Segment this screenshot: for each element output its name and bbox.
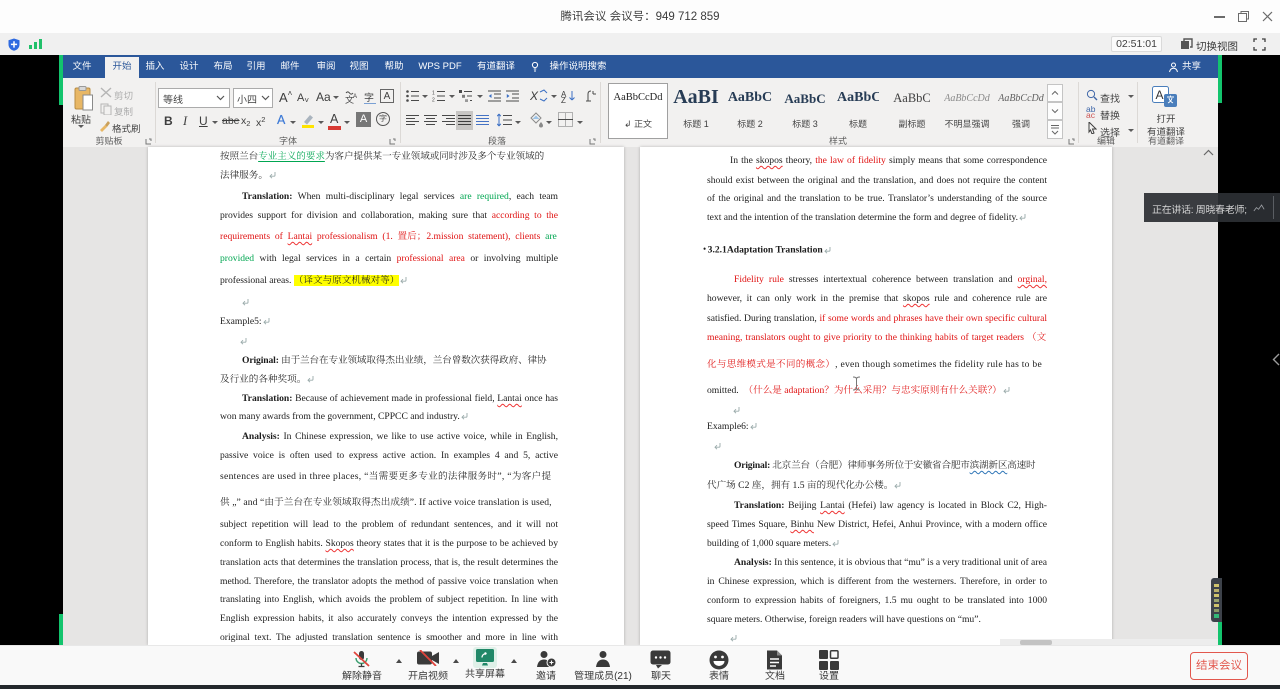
- svg-text:X: X: [530, 89, 539, 103]
- svg-text:A: A: [1156, 88, 1164, 102]
- svg-text:2: 2: [432, 98, 435, 103]
- svg-text:Z: Z: [561, 96, 566, 103]
- svg-text:1: 1: [432, 91, 435, 97]
- svg-text:A: A: [353, 94, 357, 100]
- svg-text:字: 字: [364, 92, 374, 104]
